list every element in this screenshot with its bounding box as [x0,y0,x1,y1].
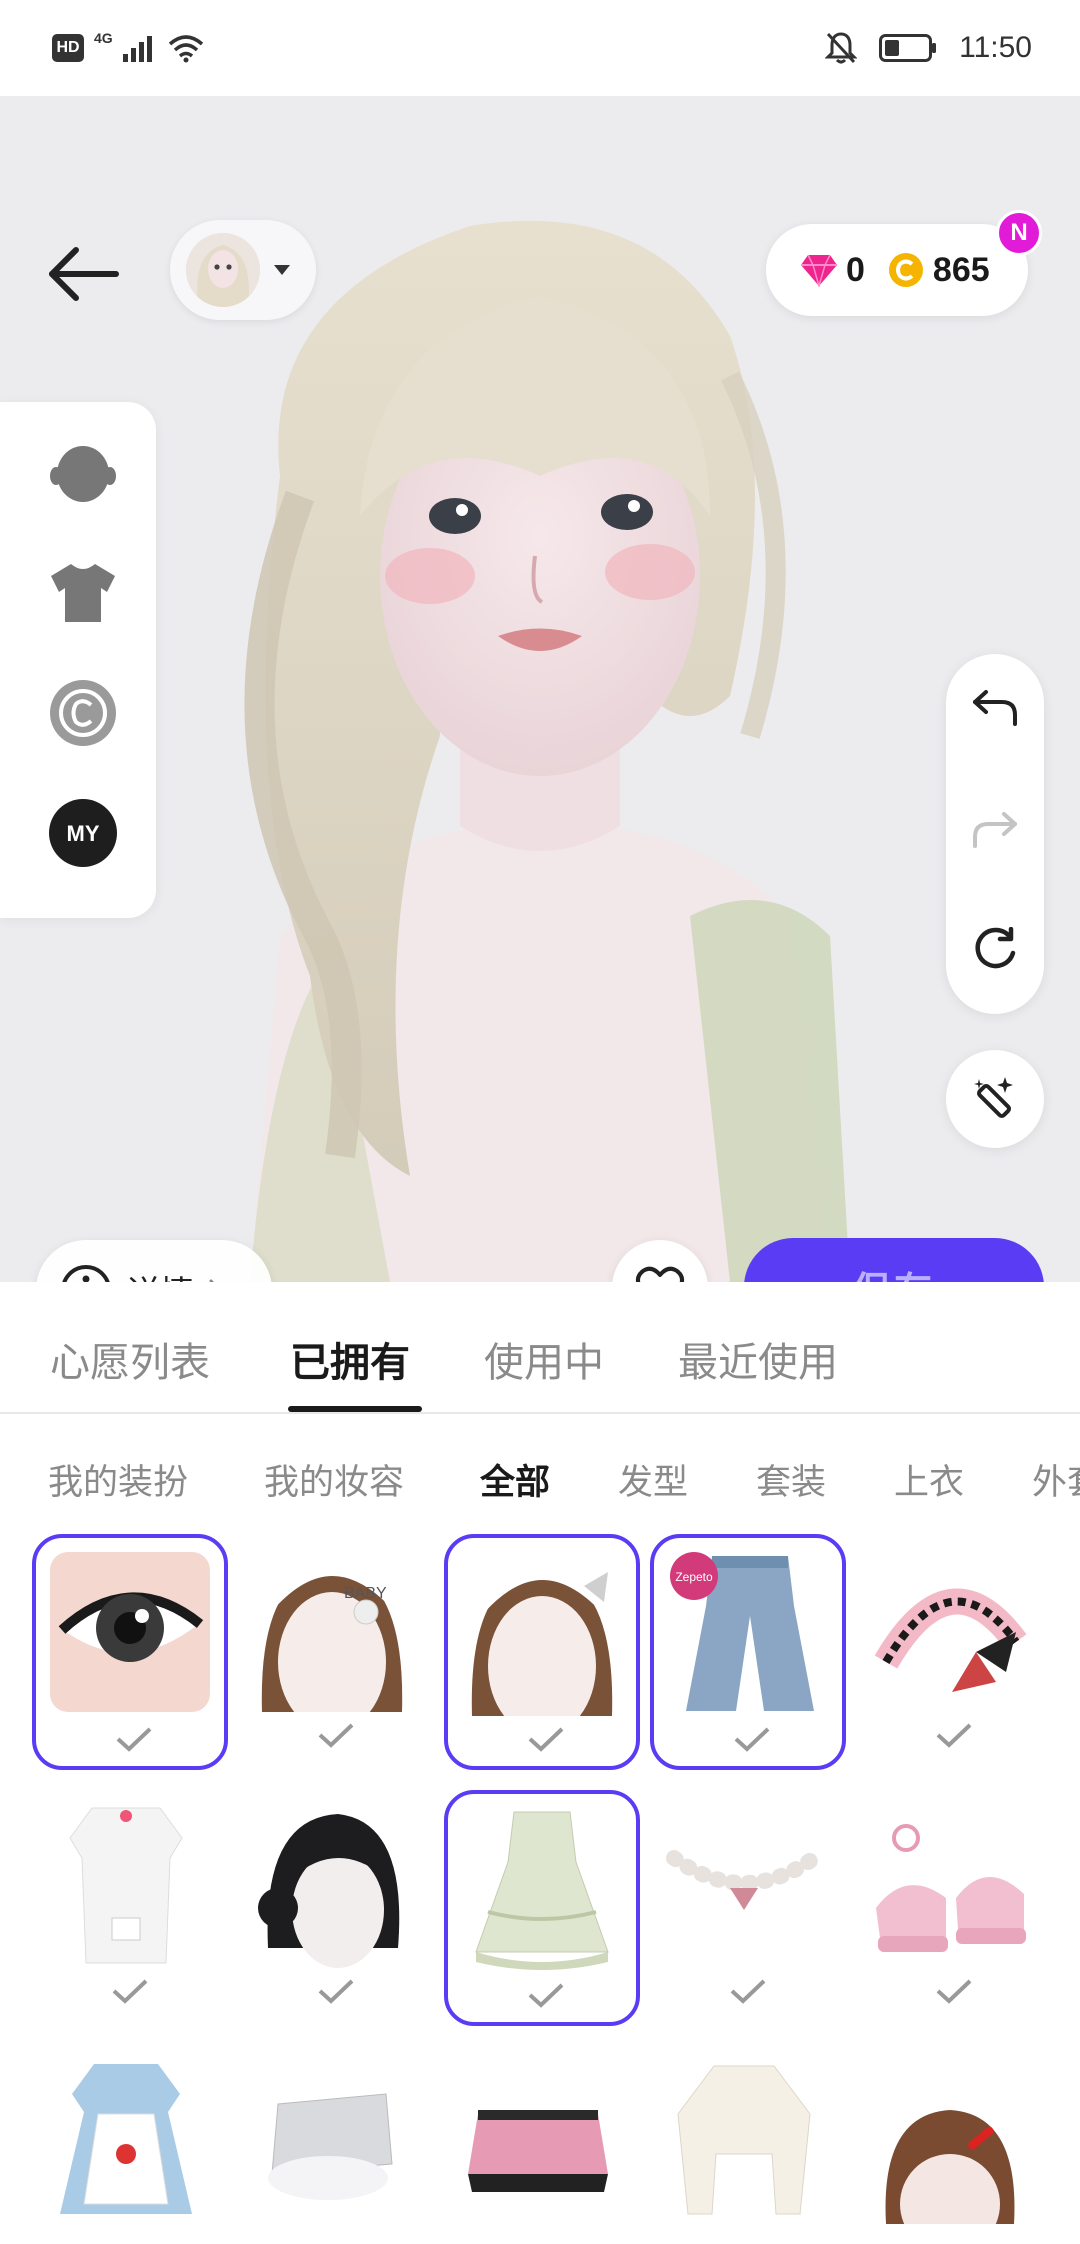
hair-clip-bow-item[interactable] [444,1534,640,1770]
check-icon [318,1723,354,1748]
svg-text:BABY: BABY [344,1585,387,1602]
avatar-switcher[interactable] [170,220,316,320]
black-bun-hair-thumbnail [258,1814,400,1968]
currency-balance[interactable]: 0 865 [766,224,1028,316]
check-icon [936,1979,972,2004]
subtab-set[interactable]: 套装 [756,1454,826,1505]
green-ruffle-dress-thumbnail [475,1811,609,1970]
status-bar: HD 4G 11:50 [0,0,1080,96]
gem-count: 0 [846,250,865,289]
silver-fur-skirt-item[interactable] [238,2046,434,2244]
notification-badge: N [996,210,1042,256]
hair-clip-bow-thumbnail [471,1562,615,1716]
detail-button[interactable]: 详情 [36,1240,272,1282]
check-icon [318,1979,354,2004]
heart-icon [636,1266,684,1282]
red-hair-clip-item[interactable] [856,2046,1052,2244]
my-icon[interactable]: MY [48,798,118,868]
pink-gem-icon [801,254,837,287]
battery-icon [879,34,937,62]
check-icon [734,1727,770,1752]
lace-headband-thumbnail [874,1588,1027,1692]
gingham-apron-dress-item[interactable] [32,2046,228,2244]
tab-in-use[interactable]: 使用中 [484,1330,604,1388]
coin-count: 865 [932,250,990,289]
eye-makeup-item[interactable] [32,1534,228,1770]
avatar-stage[interactable]: 0 865 N MY [0,96,1080,1282]
edit-toolbar [946,654,1044,1014]
category-side-panel: MY [0,402,156,918]
magic-wand-icon[interactable] [946,1050,1044,1148]
check-icon [730,1979,766,2004]
hair-clip-bear-thumbnail: BABY [261,1558,405,1712]
black-bun-hair-item[interactable] [238,1790,434,2026]
gingham-apron-dress-thumbnail [60,2064,192,2214]
info-icon [62,1265,110,1282]
check-icon [936,1723,972,1748]
silver-fur-skirt-thumbnail [268,2093,393,2200]
lace-headband-item[interactable] [856,1534,1052,1770]
green-ruffle-dress-item[interactable] [444,1790,640,2026]
gold-coin-icon [888,253,923,287]
status-right: 11:50 [825,28,1032,68]
main-tabs: 心愿列表 已拥有 使用中 最近使用 [0,1282,1080,1414]
pink-platform-shoes-thumbnail [876,1824,1026,1952]
subtab-coat[interactable]: 外套 [1032,1454,1080,1505]
pink-platform-shoes-item[interactable] [856,1790,1052,2026]
cream-crop-top-thumbnail [677,2065,811,2215]
pearl-necklace-item[interactable] [650,1790,846,2026]
svg-text:Zepeto: Zepeto [675,1570,713,1584]
cream-crop-top-item[interactable] [650,2046,846,2244]
caret-down-icon [274,265,290,275]
hair-clip-bear-item[interactable]: BABY [238,1534,434,1770]
shirt-icon[interactable] [48,558,118,628]
avatar-3d-figure[interactable] [130,176,950,1282]
clock: 11:50 [959,31,1032,64]
avatar-thumbnail [186,233,260,307]
check-icon [112,1979,148,2004]
wifi-icon [168,35,203,63]
head-icon[interactable] [48,438,118,508]
svg-text:MY: MY [67,821,100,846]
tab-owned[interactable]: 已拥有 [290,1330,410,1388]
category-filter-tabs: 我的装扮 我的妆容 全部 发型 套装 上衣 外套 [0,1416,1080,1534]
redo-icon[interactable] [965,800,1025,860]
arrow-left-icon[interactable] [44,244,124,304]
red-hair-clip-thumbnail [885,2110,1015,2224]
undo-icon[interactable] [965,678,1025,738]
save-button[interactable]: 保存 [744,1238,1044,1282]
subtab-my-makeup[interactable]: 我的妆容 [264,1454,404,1505]
hd-badge: HD [52,34,84,62]
reset-icon[interactable] [965,920,1025,980]
subtab-all[interactable]: 全部 [480,1454,550,1505]
pearl-necklace-thumbnail [666,1850,822,1910]
subtab-top[interactable]: 上衣 [894,1454,964,1505]
detail-label: 详情 [126,1266,194,1283]
copyright-icon[interactable] [48,678,118,748]
subtab-my-outfits[interactable]: 我的装扮 [48,1454,188,1505]
tab-indicator [288,1406,422,1412]
pink-plaid-skirt-thumbnail [468,2110,608,2192]
check-icon [528,1983,564,2008]
mute-bell-icon [825,32,858,64]
status-left: HD 4G [52,28,205,68]
owned-items-grid: BABY Zepeto [0,1534,1080,2244]
network-label: 4G [94,30,113,46]
white-nurse-outfit-item[interactable] [32,1790,228,2026]
tab-recent[interactable]: 最近使用 [678,1330,838,1388]
signal-icon [122,36,152,62]
check-icon [116,1727,152,1752]
white-nurse-outfit-thumbnail [69,1807,183,1964]
check-icon [528,1727,564,1752]
flared-jeans-item[interactable]: Zepeto [650,1534,846,1770]
eye-makeup-thumbnail [50,1552,210,1712]
flared-jeans-thumbnail: Zepeto [670,1552,814,1711]
pink-plaid-skirt-item[interactable] [444,2046,640,2244]
tab-wishlist[interactable]: 心愿列表 [50,1330,210,1388]
subtab-hairstyle[interactable]: 发型 [618,1454,688,1505]
